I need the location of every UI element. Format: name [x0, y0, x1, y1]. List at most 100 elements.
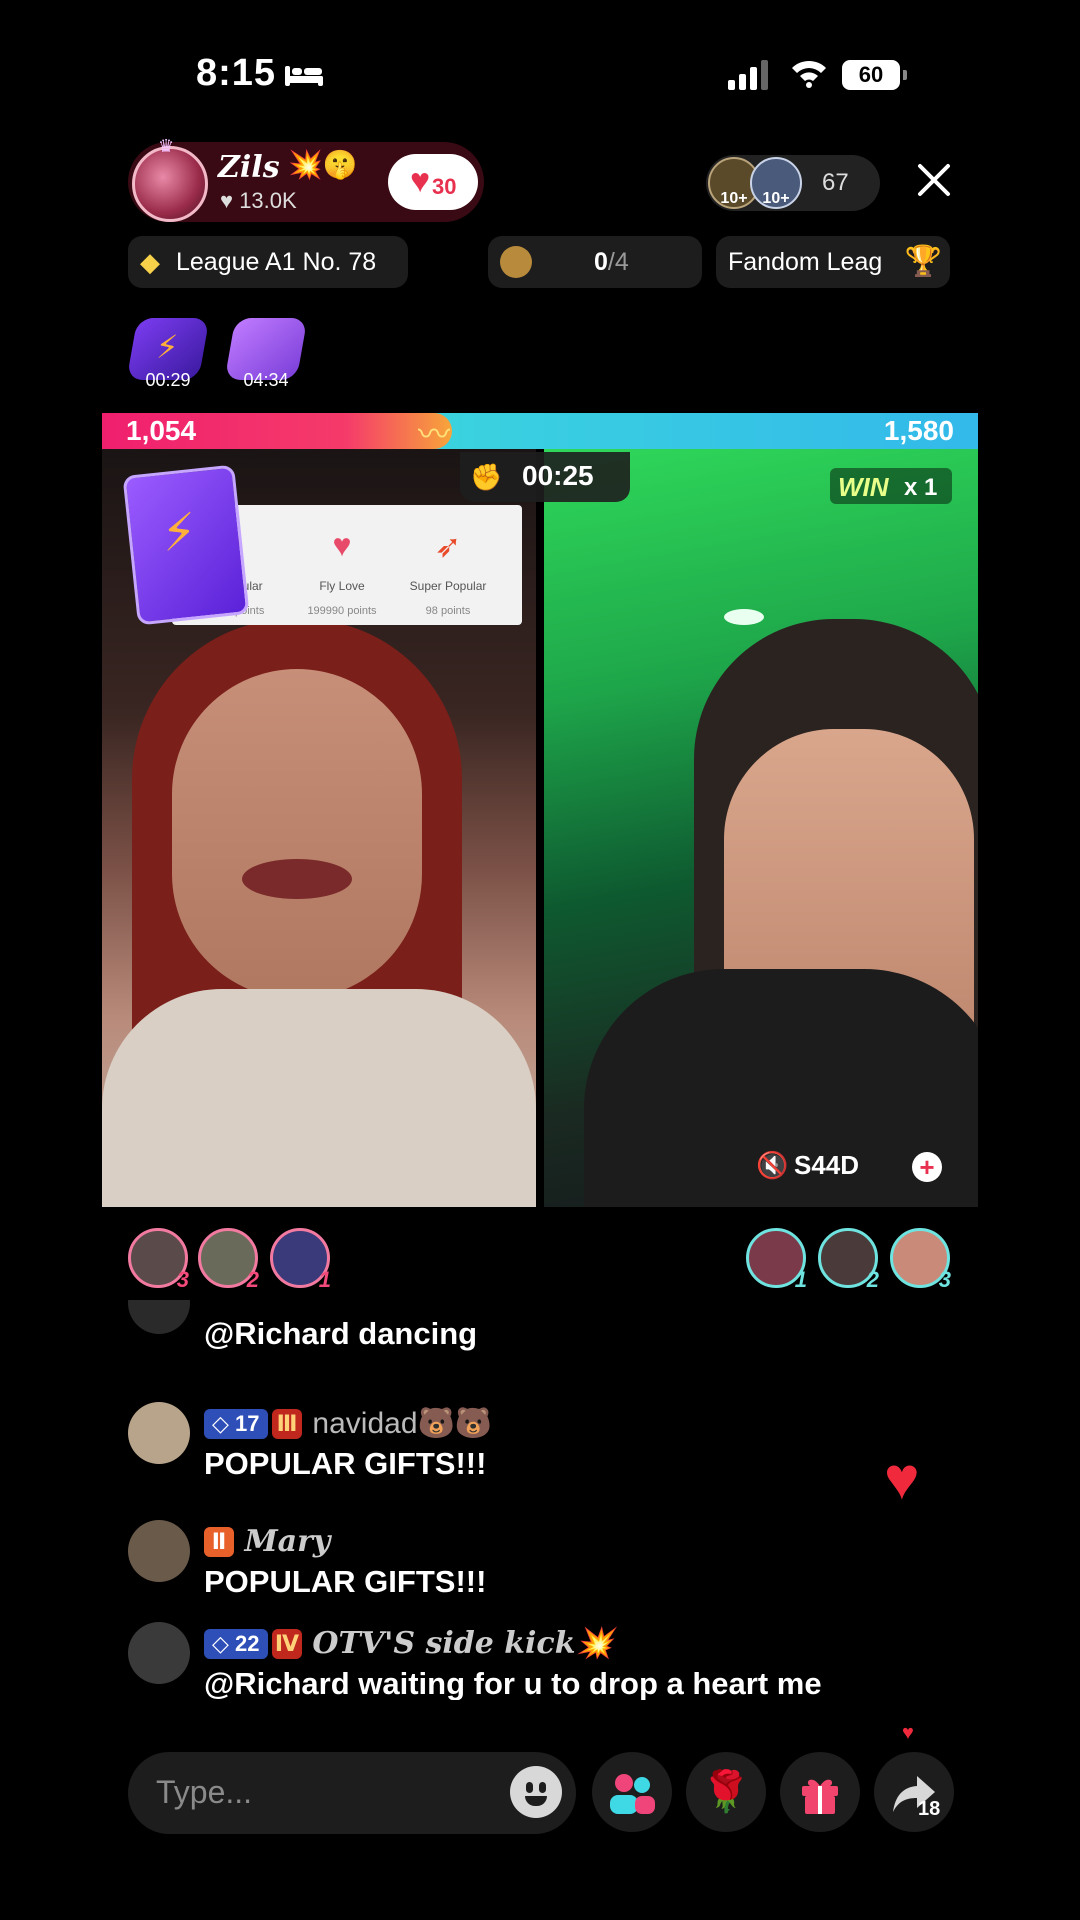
fandom-league-pill[interactable]: Fandom Leag 🏆 [716, 236, 950, 288]
super-popular-gift-icon: ➶ [434, 528, 462, 564]
right-supporter-avatar[interactable]: 2 [818, 1228, 879, 1292]
boost-glove-button[interactable]: ⚡ 00:29 [126, 318, 210, 390]
sleep-focus-icon [285, 66, 323, 86]
supporter-rank: 2 [246, 1267, 259, 1292]
opponent-video[interactable] [544, 449, 978, 1207]
lightning-icon: ⚡ [156, 329, 179, 365]
close-icon[interactable] [914, 160, 954, 200]
win-count: x 1 [904, 474, 938, 501]
boost-timer: 04:34 [243, 370, 289, 390]
gift-points: 98 points [425, 605, 471, 617]
diamond-icon: ◆ [140, 247, 160, 277]
heart-icon: ♥ [410, 162, 431, 200]
supporter-rank: 3 [938, 1267, 951, 1292]
lightning-icon: ⚡ [158, 502, 200, 563]
left-supporter-avatar[interactable]: 3 [128, 1228, 189, 1292]
rose-gift-button[interactable]: 🌹 [686, 1752, 766, 1832]
fan-level: 30 [432, 174, 457, 199]
opponent-name[interactable]: S44D [794, 1150, 859, 1181]
chat-meta: ◇ 22 Ⅳ OTV'S side kick💥 [204, 1626, 613, 1661]
gift-points: 199990 points [307, 605, 377, 617]
chat-meta: Ⅱ Mary [204, 1524, 330, 1559]
gift-button[interactable] [780, 1752, 860, 1832]
people-icon [610, 1774, 655, 1815]
right-supporter-avatar[interactable]: 1 [746, 1228, 807, 1292]
boxing-glove-card-icon: ⚡ [122, 464, 250, 626]
right-supporter-avatar[interactable]: 3 [890, 1228, 951, 1292]
league-label: League A1 No. 78 [176, 248, 377, 276]
battery-indicator: 60 [842, 60, 907, 90]
supporter-rank: 3 [176, 1267, 189, 1292]
wifi-icon [792, 60, 826, 88]
level-badge: ◇ 22 [204, 1628, 268, 1659]
ceiling-light [724, 609, 764, 625]
battle-score-bar: 〰 1,054 1,580 [102, 413, 978, 452]
chat-text: @Richard dancing [204, 1316, 478, 1351]
comment-input[interactable]: Type... [128, 1752, 576, 1834]
task-progress-pill[interactable]: 0/4 [488, 236, 702, 288]
status-time: 8:15 [196, 52, 277, 94]
video-lips [242, 859, 352, 899]
chat-avatar[interactable] [128, 1300, 190, 1334]
fan-badge-icon: Ⅳ [271, 1628, 302, 1659]
trophy-icon: 🏆 [904, 245, 942, 278]
chat-text: @Richard waiting for u to drop a heart m… [204, 1666, 822, 1700]
level-badge: ◇ 17 [204, 1408, 268, 1439]
muted-speaker-icon[interactable]: 🔇 [756, 1150, 788, 1181]
video-face [172, 669, 422, 999]
chat-text: POPULAR GIFTS!!! [204, 1564, 487, 1599]
boxing-gloves-icon: ✊ [470, 462, 503, 492]
viewer-badge: 10+ [720, 190, 748, 207]
viewer-badge: 10+ [762, 190, 790, 207]
status-bar: 8:15 60 [0, 0, 1080, 150]
fly-love-gift-icon: ♥ [332, 527, 352, 563]
left-supporter-avatar[interactable]: 2 [198, 1228, 259, 1292]
floating-heart-icon: ♥ [884, 1445, 920, 1512]
battle-timer-pill: ✊ 00:25 [460, 452, 630, 502]
cellular-signal-icon [728, 60, 768, 90]
follow-opponent-button[interactable]: + [912, 1152, 942, 1182]
share-button[interactable] [874, 1752, 954, 1832]
fan-club-button[interactable]: ♥ 30 [388, 154, 478, 210]
gift-name: Super Popular [409, 579, 487, 593]
task-progress: 0/4 [594, 248, 629, 276]
comment-placeholder: Type... [156, 1774, 253, 1810]
chat-username[interactable]: Mary [244, 1524, 330, 1559]
win-label: WIN [838, 472, 889, 502]
chat-avatar[interactable] [128, 1622, 190, 1684]
share-count: 18 [918, 1798, 941, 1820]
multi-guest-button[interactable] [592, 1752, 672, 1832]
supporter-rank: 1 [318, 1267, 331, 1292]
emoji-icon[interactable] [510, 1766, 562, 1818]
chat-avatar[interactable] [128, 1402, 190, 1464]
battle-timer: 00:25 [522, 460, 594, 491]
boost-timer: 00:29 [145, 370, 191, 390]
boost-envelope-button[interactable]: 04:34 [224, 318, 308, 390]
crown-icon: ♛ [158, 136, 175, 156]
small-heart-icon: ♥ [902, 1722, 914, 1744]
top-viewer-avatar[interactable]: 10+ [750, 157, 802, 209]
right-score: 1,580 [883, 415, 954, 446]
host-avatar[interactable] [132, 146, 208, 222]
team-icon [500, 246, 532, 278]
viewer-count: 67 [822, 169, 849, 196]
host-info[interactable]: ♛ Zils 💥🤫 ♥ 13.0K ♥ 30 [128, 136, 484, 222]
fan-badge-icon: Ⅱ [204, 1526, 234, 1557]
supporter-rank: 1 [794, 1267, 807, 1292]
chat-text: POPULAR GIFTS!!! [204, 1446, 487, 1481]
viewer-list[interactable]: 10+ 10+ 67 [706, 155, 880, 211]
fandom-label: Fandom Leag [728, 248, 883, 276]
chat-username[interactable]: navidad🐻🐻 [312, 1407, 492, 1440]
gift-name: Fly Love [319, 579, 365, 593]
host-likes: ♥ 13.0K [220, 188, 297, 213]
left-supporter-avatar[interactable]: 1 [270, 1228, 331, 1292]
league-pill[interactable]: ◆ League A1 No. 78 [128, 236, 408, 288]
host-name: Zils [218, 150, 280, 185]
chat-avatar[interactable] [128, 1520, 190, 1582]
left-score: 1,054 [126, 415, 197, 446]
supporter-rank: 2 [866, 1267, 879, 1292]
video-shirt [102, 989, 536, 1207]
chat-meta: ◇ 17 Ⅲ navidad🐻🐻 [204, 1406, 492, 1441]
chat-username[interactable]: OTV'S side kick💥 [312, 1626, 612, 1661]
gift-box-icon [802, 1780, 838, 1815]
